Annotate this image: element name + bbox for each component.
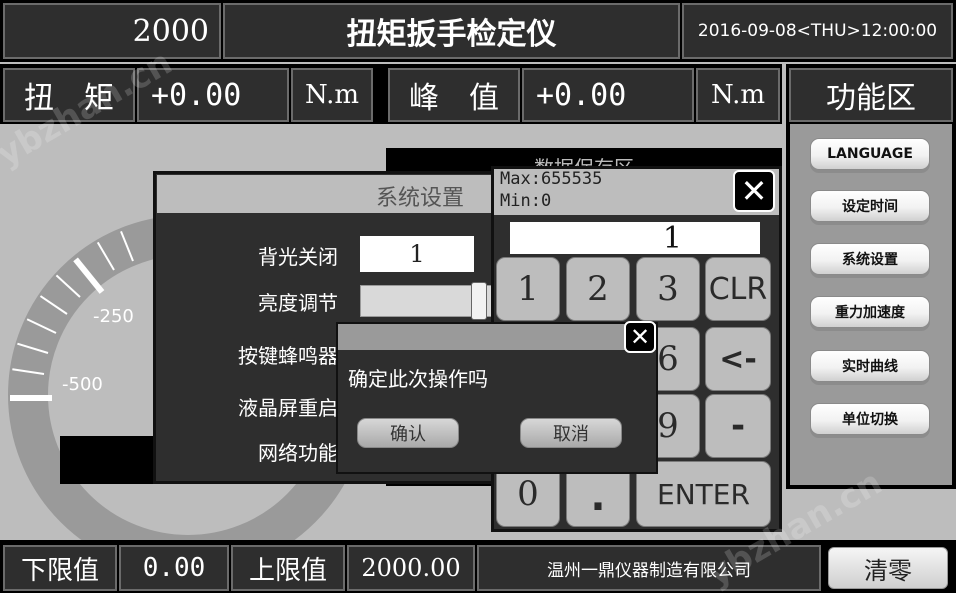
torque-unit: N.m <box>291 68 373 122</box>
system-settings-button[interactable]: 系统设置 <box>810 243 930 275</box>
keypad-min-text: Min:0 <box>500 191 552 211</box>
key-clr[interactable]: CLR <box>705 257 771 321</box>
brightness-slider[interactable] <box>360 282 492 320</box>
function-panel-title: 功能区 <box>789 68 953 122</box>
keypad-close-icon[interactable]: ✕ <box>733 170 775 212</box>
backlight-off-label: 背光关闭 <box>258 245 338 269</box>
gauge-tick <box>10 395 52 401</box>
peak-unit: N.m <box>696 68 780 122</box>
key-3[interactable]: 3 <box>636 257 700 321</box>
torque-wrench-tester-screen: 2000 扭矩扳手检定仪 2016-09-08<THU>12:00:00 扭 矩… <box>0 0 956 593</box>
brightness-slider-handle[interactable] <box>471 282 487 320</box>
network-function-label: 网络功能 <box>258 441 338 465</box>
clear-zero-button[interactable]: 清零 <box>828 547 948 589</box>
backlight-off-input[interactable]: 1 <box>360 236 474 272</box>
language-button[interactable]: LANGUAGE <box>810 138 930 170</box>
upper-limit-label: 上限值 <box>231 545 345 591</box>
gravity-acceleration-button[interactable]: 重力加速度 <box>810 296 930 328</box>
lower-limit-value[interactable]: 0.00 <box>119 545 229 591</box>
unit-switch-button[interactable]: 单位切换 <box>810 403 930 435</box>
confirm-dialog-titlebar <box>338 324 656 350</box>
key-1[interactable]: 1 <box>496 257 560 321</box>
gauge-label-minus-250: -250 <box>93 306 134 327</box>
gauge-label-minus-500: -500 <box>62 374 103 395</box>
keypad-entry-field[interactable]: 1 <box>510 221 760 256</box>
peak-label: 峰 值 <box>388 68 520 122</box>
datetime-display[interactable]: 2016-09-08<THU>12:00:00 <box>682 3 953 59</box>
brightness-label: 亮度调节 <box>258 291 338 315</box>
key-2[interactable]: 2 <box>566 257 630 321</box>
key-buzzer-label: 按键蜂鸣器 <box>238 344 338 368</box>
keypad-max-text: Max:655535 <box>500 169 603 189</box>
confirm-ok-button[interactable]: 确认 <box>357 418 459 448</box>
upper-limit-value[interactable]: 2000.00 <box>347 545 475 591</box>
app-title: 扭矩扳手检定仪 <box>223 3 680 59</box>
lower-limit-label: 下限值 <box>3 545 117 591</box>
lcd-restart-label: 液晶屏重启 <box>238 396 338 420</box>
set-time-button[interactable]: 设定时间 <box>810 190 930 222</box>
realtime-curve-button[interactable]: 实时曲线 <box>810 350 930 382</box>
confirm-message: 确定此次操作吗 <box>348 367 488 391</box>
key-backspace[interactable]: <- <box>705 327 771 391</box>
max-value-display: 2000 <box>3 3 221 59</box>
system-settings-title: 系统设置 <box>376 186 465 211</box>
confirm-close-icon[interactable]: ✕ <box>624 321 656 353</box>
peak-value: +0.00 <box>522 68 694 122</box>
key-minus[interactable]: - <box>705 394 771 458</box>
confirm-cancel-button[interactable]: 取消 <box>520 418 622 448</box>
